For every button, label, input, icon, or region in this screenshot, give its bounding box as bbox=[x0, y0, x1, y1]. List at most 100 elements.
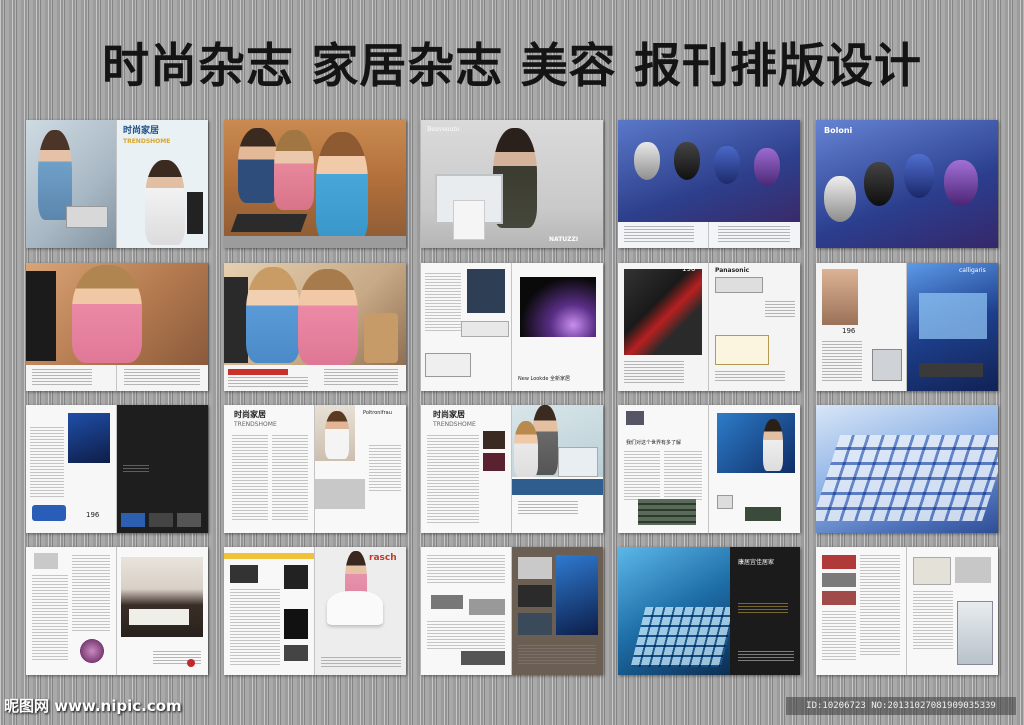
magazine-spread bbox=[224, 263, 406, 391]
text-block bbox=[232, 435, 268, 521]
keyboard-shape bbox=[816, 435, 998, 521]
brand-bottom: NATUZZI bbox=[549, 236, 579, 243]
bed-shape bbox=[129, 609, 189, 625]
brand-label: rasch bbox=[369, 553, 397, 563]
brand-label: calligaris bbox=[959, 267, 986, 274]
router-shape bbox=[745, 507, 781, 521]
text-block bbox=[425, 273, 461, 331]
router-shape bbox=[425, 353, 471, 377]
person-figure bbox=[763, 419, 783, 471]
chair-shape bbox=[327, 591, 383, 625]
magazine-spread: 我们对这个世界有多了解 bbox=[618, 405, 800, 533]
thumb-photo bbox=[518, 613, 552, 635]
cabinet-photo bbox=[913, 557, 951, 585]
person-figure bbox=[316, 132, 368, 242]
red-logo-mark bbox=[187, 659, 195, 667]
thumb-photo bbox=[822, 573, 856, 587]
brand-label: Poltronifrau bbox=[363, 410, 392, 416]
mouse-shape bbox=[944, 160, 978, 206]
magazine-spread: 时尚家居 TRENDSHOME bbox=[26, 120, 208, 248]
keyboard-shape bbox=[630, 607, 730, 667]
laptop-shape bbox=[66, 206, 108, 228]
spread-right-page: Poltronifrau bbox=[315, 405, 406, 533]
monitor-photo bbox=[68, 413, 110, 463]
thumb-photo bbox=[822, 555, 856, 569]
mouse-shape bbox=[864, 162, 894, 206]
monitor-shape bbox=[187, 192, 203, 234]
text-lines bbox=[228, 377, 308, 387]
article-heading: 我们对这个世界有多了解 bbox=[626, 440, 682, 446]
brand-label: Boloni bbox=[824, 126, 853, 135]
page-number: 196 bbox=[842, 327, 856, 335]
spread-right-page bbox=[709, 405, 800, 533]
magazine-subtitle: TRENDSHOME bbox=[234, 421, 277, 428]
red-logo-bar bbox=[228, 369, 288, 375]
magazine-spread: rasch bbox=[224, 547, 406, 675]
page-number: 196 bbox=[86, 511, 100, 519]
person-figure bbox=[145, 160, 185, 245]
spread-right-page: rasch bbox=[315, 547, 406, 675]
text-block bbox=[230, 589, 280, 665]
person-figure bbox=[274, 130, 314, 210]
spread-right-page: New Lookde 全新家居 bbox=[512, 263, 603, 391]
text-lines bbox=[518, 501, 578, 515]
spread-right-page: Panasonic bbox=[709, 263, 800, 391]
laptop-shape bbox=[558, 447, 598, 477]
spread-left-page bbox=[618, 547, 730, 675]
text-lines bbox=[321, 657, 401, 667]
text-block bbox=[860, 555, 900, 655]
chair-shape bbox=[364, 313, 398, 363]
spread-right-page: 康居宜佳居家 bbox=[730, 547, 800, 675]
spread-left-page: 时尚家居 TRENDSHOME bbox=[224, 405, 314, 533]
person-figure bbox=[514, 421, 538, 477]
mouse-shape bbox=[714, 146, 740, 184]
thumb-photo bbox=[461, 651, 505, 665]
photo-bedroom bbox=[121, 557, 203, 637]
spread-right-page: calligaris bbox=[907, 263, 998, 391]
magazine-spread bbox=[26, 547, 208, 675]
spread-left-page bbox=[26, 547, 116, 675]
text-lines bbox=[718, 226, 790, 244]
page-number: 196 bbox=[682, 265, 696, 273]
product-photo bbox=[717, 495, 733, 509]
spread-right-page: 时尚家居 TRENDSHOME bbox=[117, 120, 208, 248]
switch-shape bbox=[715, 335, 769, 365]
magazine-spread bbox=[224, 120, 406, 248]
spread-left-page bbox=[224, 547, 314, 675]
magazine-spread: 时尚家居 TRENDSHOME bbox=[421, 405, 603, 533]
mouse-shape bbox=[904, 154, 934, 198]
thumb-photo bbox=[284, 565, 308, 589]
spread-left-page: 时尚家居 TRENDSHOME bbox=[421, 405, 511, 533]
thumb-photo bbox=[230, 565, 258, 583]
text-block bbox=[913, 591, 953, 651]
mouse-shape bbox=[824, 176, 856, 222]
monitor-shape bbox=[26, 271, 56, 361]
text-lines bbox=[324, 369, 398, 387]
magazine-spread: Benvenuto NATUZZI bbox=[421, 120, 603, 248]
router-shape bbox=[32, 505, 66, 521]
cabinet-photo bbox=[957, 601, 993, 665]
image-id-label: ID:10206723 NO:20131027081909035339 bbox=[786, 697, 1016, 715]
thumb-photo bbox=[469, 599, 505, 615]
text-lines bbox=[124, 369, 200, 387]
spread-left-page: 196 bbox=[816, 263, 906, 391]
text-lines bbox=[518, 645, 596, 665]
person-figure bbox=[246, 267, 300, 363]
mouse-shape bbox=[674, 142, 700, 180]
spread-right-page bbox=[117, 547, 208, 675]
magazine-spread bbox=[26, 263, 208, 391]
text-lines bbox=[738, 651, 794, 661]
text-block bbox=[427, 555, 505, 585]
spread-left-page: 196 bbox=[618, 263, 708, 391]
brand-top: Benvenuto bbox=[427, 126, 460, 133]
magazine-spread bbox=[421, 547, 603, 675]
text-block bbox=[427, 435, 479, 523]
speaker-shape bbox=[453, 200, 485, 240]
spread-right-page bbox=[117, 405, 208, 533]
spread-left-page: 196 bbox=[26, 405, 116, 533]
text-block bbox=[822, 611, 856, 661]
magazine-title: 时尚家居 bbox=[234, 409, 266, 419]
thumb-photo bbox=[284, 609, 308, 639]
person-figure bbox=[72, 265, 142, 363]
thumb-photo bbox=[483, 453, 505, 471]
